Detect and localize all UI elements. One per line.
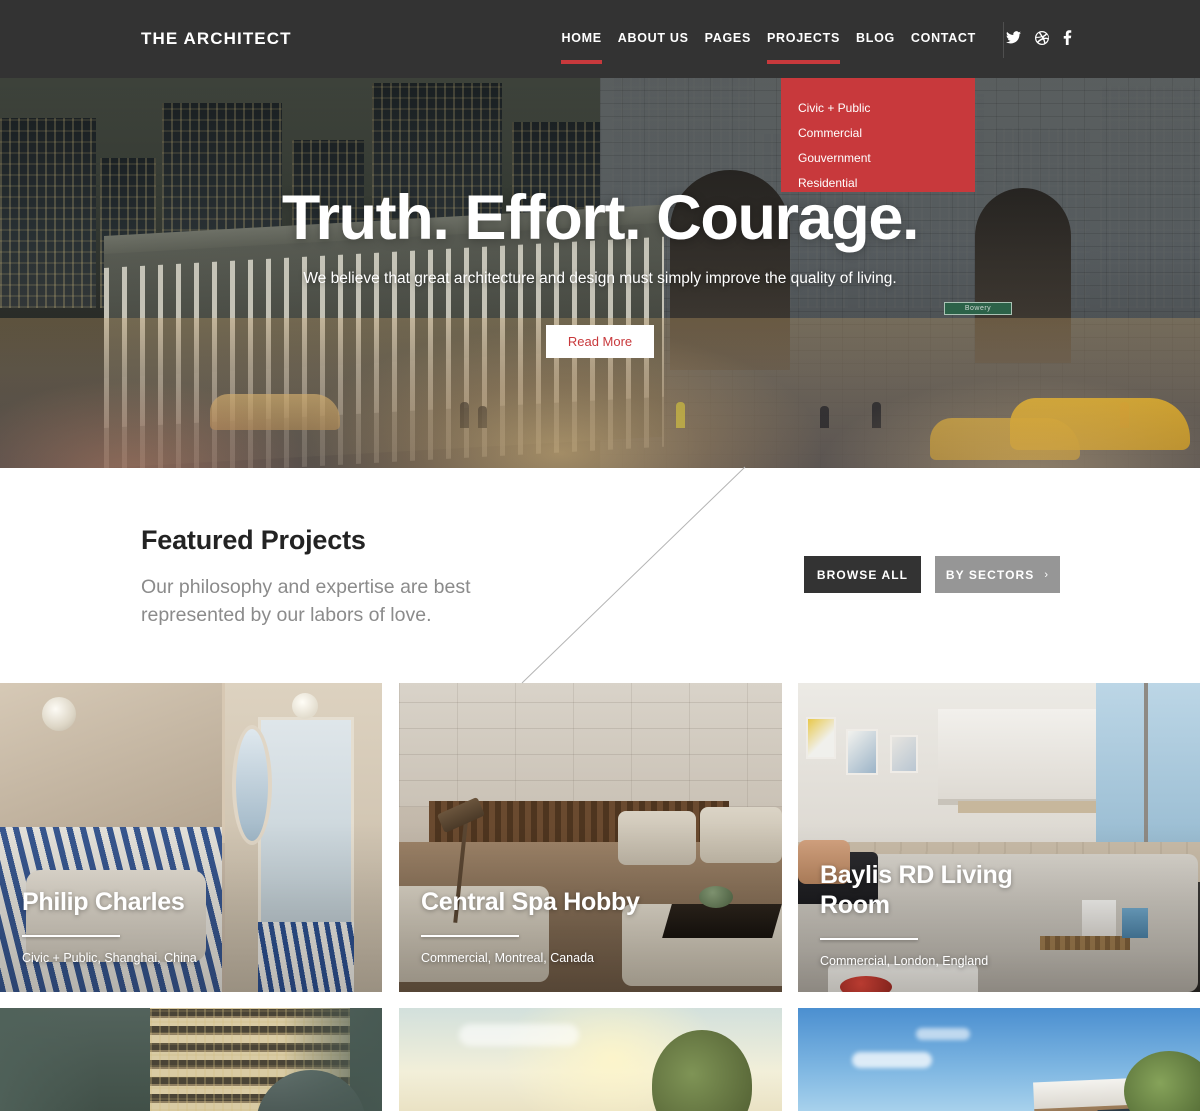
by-sectors-label: BY SECTORS xyxy=(945,567,1035,582)
nav-open-indicator xyxy=(767,60,840,64)
card-divider xyxy=(820,938,918,940)
project-card-philip-charles[interactable]: Philip Charles Civic + Public, Shanghai,… xyxy=(0,683,382,992)
dropdown-item-commercial[interactable]: Commercial xyxy=(798,121,975,146)
social-links xyxy=(1006,30,1072,45)
project-card-row2-3[interactable] xyxy=(798,1008,1200,1111)
card-caption: Central Spa Hobby Commercial, Montreal, … xyxy=(421,887,750,965)
nav-item-pages[interactable]: PAGES xyxy=(705,31,767,45)
project-card-row2-2[interactable] xyxy=(399,1008,782,1111)
read-more-button[interactable]: Read More xyxy=(546,325,654,358)
site-header: THE ARCHITECT HOME ABOUT US PAGES PROJEC… xyxy=(0,0,1200,78)
card-caption: Baylis RD Living Room Commercial, London… xyxy=(820,860,1166,968)
site-logo[interactable]: THE ARCHITECT xyxy=(141,29,292,49)
project-card-central-spa-hobby[interactable]: Central Spa Hobby Commercial, Montreal, … xyxy=(399,683,782,992)
nav-label: CONTACT xyxy=(910,31,976,45)
nav-item-projects[interactable]: PROJECTS xyxy=(767,31,856,64)
header-divider xyxy=(1003,22,1004,58)
hero-subtitle: We believe that great architecture and d… xyxy=(303,270,897,287)
dropdown-item-gouvernment[interactable]: Gouvernment xyxy=(798,146,975,171)
hero-banner: Bowery Truth. Effort. Courage. We believ… xyxy=(0,78,1200,468)
project-grid: Philip Charles Civic + Public, Shanghai,… xyxy=(0,683,1200,1111)
card-divider xyxy=(421,935,519,937)
nav-label: ABOUT US xyxy=(617,31,689,45)
dropdown-item-residential[interactable]: Residential xyxy=(798,171,975,196)
card-caption: Philip Charles Civic + Public, Shanghai,… xyxy=(22,887,351,965)
project-meta: Civic + Public, Shanghai, China xyxy=(22,951,197,965)
page-root: THE ARCHITECT HOME ABOUT US PAGES PROJEC… xyxy=(0,0,1200,1111)
twitter-icon[interactable] xyxy=(1006,31,1021,44)
section-subtitle: Our philosophy and expertise are best re… xyxy=(141,576,471,626)
browse-all-button[interactable]: BROWSE ALL xyxy=(804,556,921,593)
project-card-row2-1[interactable] xyxy=(0,1008,382,1111)
section-title: Featured Projects xyxy=(141,525,366,555)
nav-label: PAGES xyxy=(704,31,752,45)
project-row-1: Philip Charles Civic + Public, Shanghai,… xyxy=(0,683,1200,992)
project-title: Central Spa Hobby xyxy=(421,888,640,916)
nav-item-home[interactable]: HOME xyxy=(561,31,617,64)
project-title: Philip Charles xyxy=(22,888,185,916)
project-meta: Commercial, London, England xyxy=(820,954,989,968)
hero-content: Truth. Effort. Courage. We believe that … xyxy=(0,78,1200,468)
project-thumbnail xyxy=(0,1008,382,1111)
project-title: Baylis RD Living Room xyxy=(820,861,1013,919)
hero-title: Truth. Effort. Courage. xyxy=(281,183,920,253)
nav-label: PROJECTS xyxy=(767,31,840,45)
chevron-right-icon: › xyxy=(1044,568,1050,581)
nav-label: BLOG xyxy=(856,31,895,45)
dribbble-icon[interactable] xyxy=(1035,30,1049,45)
facebook-icon[interactable] xyxy=(1063,30,1072,45)
featured-actions: BROWSE ALL BY SECTORS › xyxy=(804,556,1060,593)
featured-projects-section: Featured Projects Our philosophy and exp… xyxy=(0,468,1200,683)
nav-item-about-us[interactable]: ABOUT US xyxy=(618,31,705,45)
card-divider xyxy=(22,935,120,937)
project-card-baylis-rd-living-room[interactable]: Baylis RD Living Room Commercial, London… xyxy=(798,683,1200,992)
by-sectors-button[interactable]: BY SECTORS › xyxy=(935,556,1060,593)
project-thumbnail xyxy=(399,1008,782,1111)
nav-item-contact[interactable]: CONTACT xyxy=(911,31,976,45)
nav-label: HOME xyxy=(561,31,602,45)
main-navigation: HOME ABOUT US PAGES PROJECTS BLOG CONTAC… xyxy=(561,31,976,64)
nav-item-blog[interactable]: BLOG xyxy=(856,31,911,45)
project-meta: Commercial, Montreal, Canada xyxy=(421,951,594,965)
project-thumbnail xyxy=(798,1008,1200,1111)
dropdown-item-civic-public[interactable]: Civic + Public xyxy=(798,96,975,121)
project-row-2 xyxy=(0,1008,1200,1111)
nav-active-indicator xyxy=(561,60,602,64)
projects-dropdown-menu: Civic + Public Commercial Gouvernment Re… xyxy=(781,78,975,192)
